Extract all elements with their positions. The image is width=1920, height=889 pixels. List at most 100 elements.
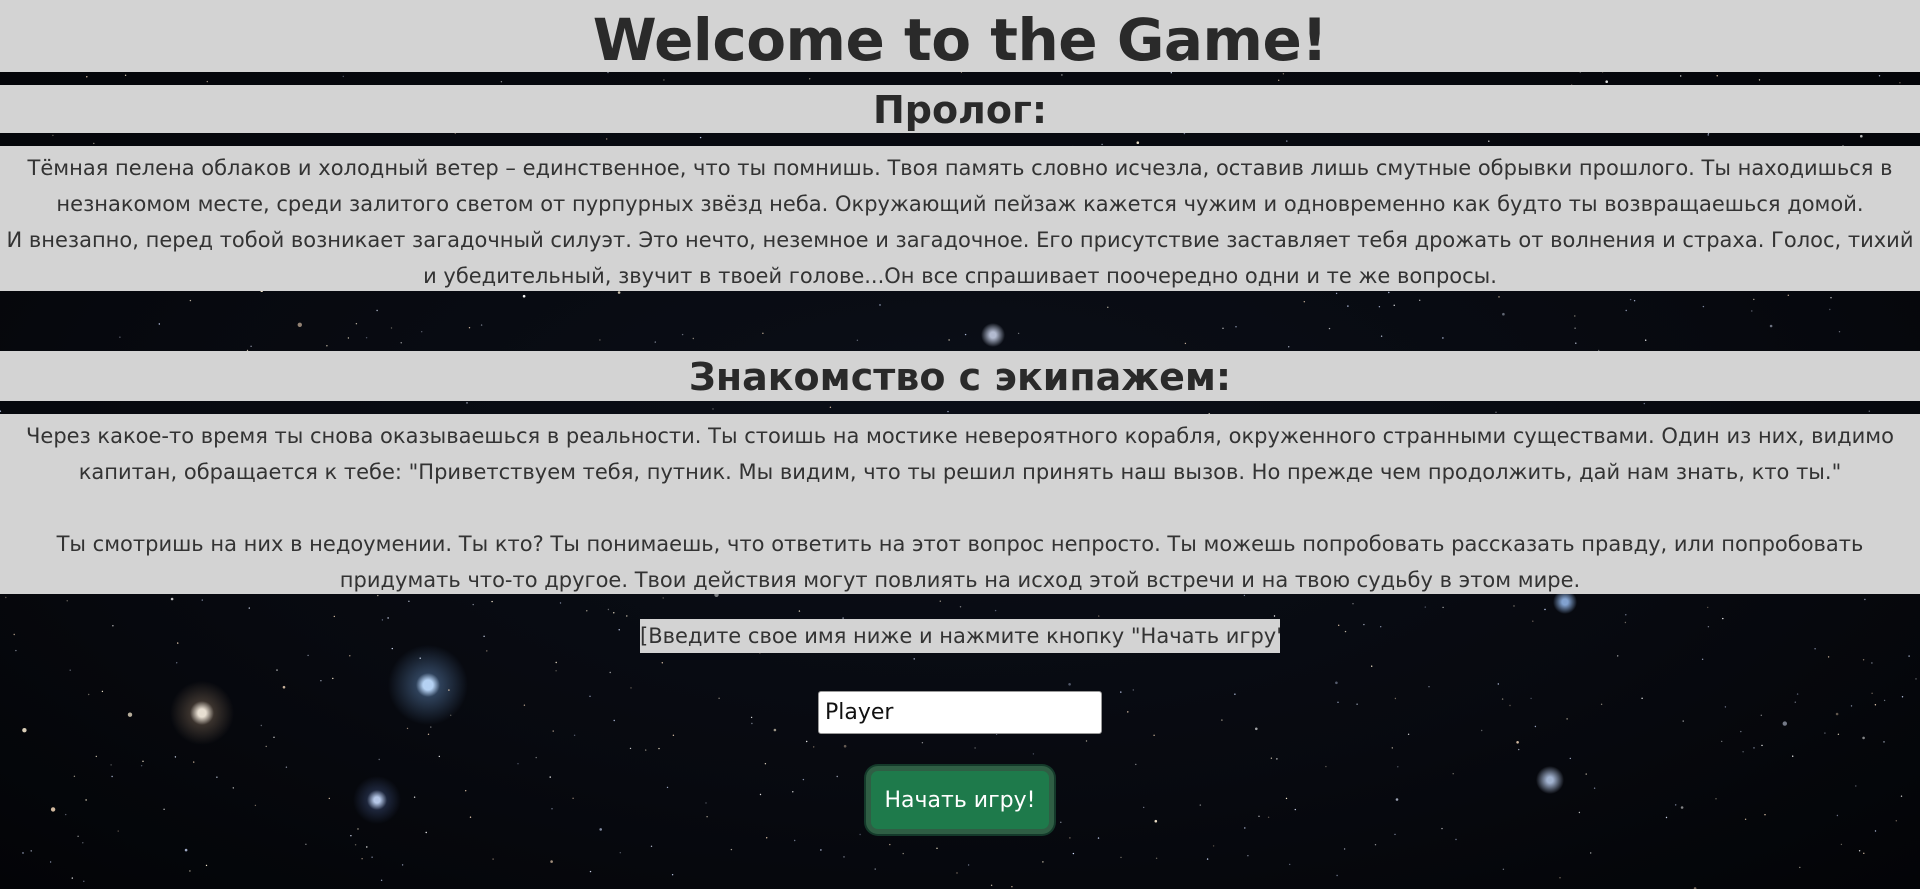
star bbox=[1371, 665, 1373, 667]
star bbox=[1753, 747, 1755, 749]
star bbox=[83, 880, 85, 882]
star bbox=[1534, 725, 1537, 728]
star bbox=[117, 830, 119, 832]
star bbox=[101, 690, 104, 693]
star bbox=[599, 828, 602, 831]
star bbox=[792, 791, 794, 793]
crew-paragraph: Ты смотришь на них в недоумении. Ты кто?… bbox=[56, 532, 1864, 592]
star bbox=[1407, 733, 1410, 735]
star bbox=[517, 763, 519, 765]
star bbox=[1782, 721, 1788, 726]
star bbox=[706, 816, 708, 818]
prolog-heading: Пролог: bbox=[872, 88, 1048, 132]
star bbox=[1098, 615, 1100, 617]
star bbox=[718, 697, 720, 699]
star bbox=[365, 337, 368, 339]
star bbox=[1247, 855, 1249, 857]
star bbox=[1419, 299, 1421, 301]
star bbox=[170, 597, 174, 601]
star bbox=[177, 642, 179, 644]
player-name-input[interactable] bbox=[818, 691, 1102, 734]
star bbox=[1488, 140, 1490, 142]
star bbox=[1855, 785, 1857, 787]
star bbox=[73, 775, 76, 777]
star bbox=[1276, 758, 1278, 760]
star bbox=[1199, 804, 1202, 806]
star bbox=[672, 734, 675, 736]
star bbox=[50, 807, 56, 812]
star bbox=[994, 609, 997, 612]
star bbox=[1682, 720, 1684, 722]
star bbox=[956, 872, 958, 874]
star bbox=[1441, 827, 1443, 830]
star bbox=[1143, 806, 1145, 809]
star bbox=[88, 693, 90, 696]
star bbox=[174, 756, 177, 758]
star bbox=[1072, 852, 1075, 855]
star bbox=[1394, 697, 1397, 700]
star bbox=[829, 406, 832, 408]
star bbox=[1617, 655, 1619, 657]
star bbox=[184, 848, 188, 852]
star bbox=[974, 747, 976, 749]
star bbox=[425, 831, 427, 834]
prolog-paragraph: Тёмная пелена облаков и холодный ветер –… bbox=[27, 156, 1893, 216]
star bbox=[1085, 740, 1088, 742]
star bbox=[750, 716, 753, 719]
star bbox=[189, 870, 191, 872]
star bbox=[1590, 852, 1592, 854]
star bbox=[1769, 324, 1773, 328]
star bbox=[1836, 814, 1839, 817]
star bbox=[1442, 606, 1444, 609]
star bbox=[1356, 703, 1358, 705]
star bbox=[856, 339, 859, 341]
star bbox=[193, 761, 195, 763]
star bbox=[1915, 678, 1917, 680]
star bbox=[387, 617, 389, 619]
star bbox=[1107, 306, 1109, 308]
star bbox=[282, 685, 286, 689]
star bbox=[939, 600, 941, 602]
star bbox=[206, 80, 208, 83]
star bbox=[874, 868, 876, 870]
star bbox=[232, 787, 234, 789]
star bbox=[630, 687, 632, 689]
star bbox=[1378, 306, 1381, 308]
star bbox=[1835, 712, 1839, 716]
star bbox=[959, 606, 962, 608]
star bbox=[119, 336, 121, 338]
star bbox=[813, 746, 815, 748]
star bbox=[1258, 815, 1260, 817]
star bbox=[486, 650, 488, 652]
star bbox=[1347, 305, 1349, 307]
star bbox=[1702, 305, 1705, 308]
star bbox=[751, 722, 753, 725]
star bbox=[589, 870, 592, 873]
star bbox=[69, 669, 71, 671]
star bbox=[712, 408, 714, 410]
star bbox=[427, 733, 430, 735]
crew-text-block: Через какое-то время ты снова оказываешь… bbox=[0, 414, 1920, 594]
start-game-button[interactable]: Начать игру! bbox=[866, 766, 1054, 834]
star bbox=[480, 324, 483, 326]
star bbox=[1707, 606, 1709, 609]
star bbox=[1643, 402, 1646, 405]
star bbox=[1633, 300, 1636, 302]
star bbox=[843, 856, 845, 858]
star bbox=[1574, 315, 1576, 317]
star bbox=[285, 766, 288, 768]
star bbox=[1395, 798, 1399, 801]
star bbox=[613, 612, 615, 614]
star bbox=[692, 337, 694, 340]
prolog-paragraph: И внезапно, перед тобой возникает загадо… bbox=[6, 228, 1914, 288]
star bbox=[550, 860, 553, 863]
star bbox=[297, 322, 302, 327]
star bbox=[500, 81, 503, 83]
star bbox=[250, 345, 252, 347]
star bbox=[1764, 814, 1766, 816]
crew-heading: Знакомство с экипажем: bbox=[688, 355, 1232, 399]
star bbox=[1127, 711, 1129, 713]
star bbox=[618, 629, 620, 631]
star bbox=[1862, 659, 1865, 661]
